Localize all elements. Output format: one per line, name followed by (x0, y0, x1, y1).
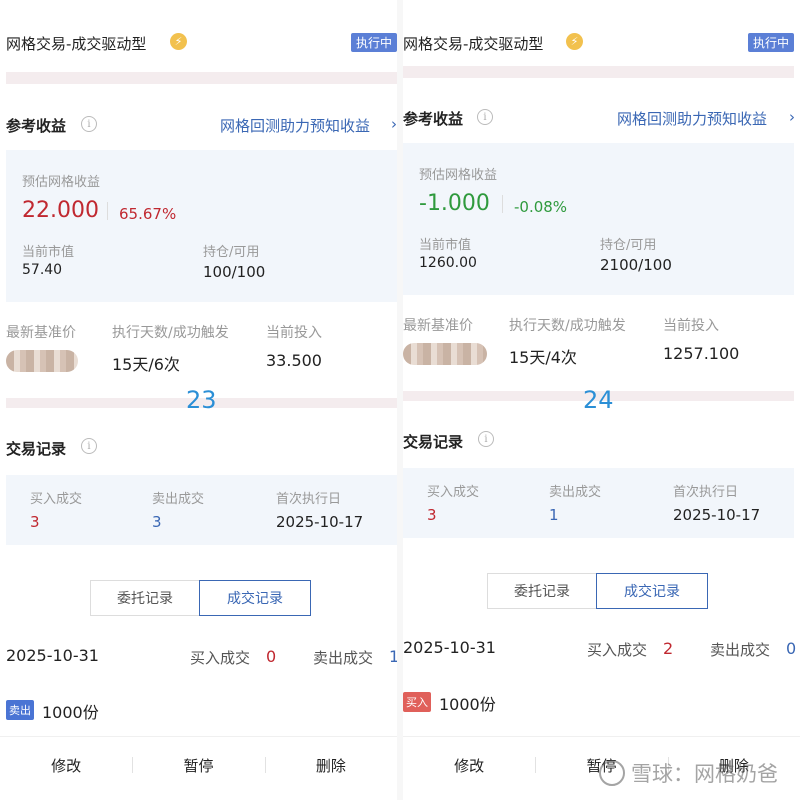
est-income-percent: -0.08% (514, 198, 568, 216)
status-badge: 执行中 (748, 33, 795, 52)
backtest-link[interactable]: 网格回测助力预知收益 (220, 115, 370, 136)
section-divider (403, 66, 794, 78)
snowball-watermark: 雪球：网格奶爸 (599, 758, 778, 788)
est-income-value: 22.000 (22, 198, 99, 223)
buy-count-label: 买入成交 (30, 492, 83, 507)
blurred-price (403, 343, 487, 365)
base-price-label: 最新基准价 (6, 325, 76, 341)
section-divider (6, 72, 397, 84)
sell-tag: 卖出 (6, 700, 34, 720)
watermark-text: 雪球：网格奶爸 (631, 762, 778, 786)
market-value-label: 当前市值 (419, 238, 472, 253)
record-date: 2025-10-31 (403, 638, 496, 657)
info-icon[interactable]: i (478, 431, 494, 447)
sell-count-value: 3 (152, 513, 162, 531)
tab-deals[interactable]: 成交记录 (199, 580, 311, 616)
invest-value: 33.500 (266, 351, 322, 370)
info-icon[interactable]: i (477, 109, 493, 125)
tab-orders[interactable]: 委托记录 (90, 580, 200, 616)
exec-days-label: 执行天数/成功触发 (112, 325, 229, 341)
blurred-price (6, 350, 78, 372)
est-income-percent: 65.67% (119, 205, 177, 223)
invest-value: 1257.100 (663, 344, 740, 363)
backtest-link[interactable]: 网格回测助力预知收益 (617, 108, 767, 129)
buy-count-value: 3 (427, 506, 437, 524)
est-income-label: 预估网格收益 (419, 168, 498, 183)
status-badge: 执行中 (351, 33, 397, 52)
trade-record-title: 交易记录 (403, 433, 464, 451)
invest-label: 当前投入 (663, 318, 719, 334)
edit-button[interactable]: 修改 (403, 755, 535, 776)
quantity: 1000份 (439, 695, 496, 714)
strategy-title: 网格交易-成交驱动型 (403, 35, 544, 53)
record-buy-label: 买入成交 (587, 641, 648, 659)
edit-button[interactable]: 修改 (0, 755, 132, 776)
trade-summary-card (6, 475, 397, 545)
info-icon[interactable]: i (81, 438, 97, 454)
trade-record-title: 交易记录 (6, 440, 67, 458)
strategy-title: 网格交易-成交驱动型 (6, 35, 147, 53)
first-date-label: 首次执行日 (276, 492, 342, 507)
reference-income-title: 参考收益 (6, 117, 67, 135)
reference-income-title: 参考收益 (403, 110, 464, 128)
first-date-value: 2025-10-17 (276, 513, 364, 531)
record-buy-label: 买入成交 (190, 649, 251, 667)
quantity: 1000份 (42, 703, 99, 722)
market-value: 1260.00 (419, 255, 477, 271)
record-sell-value: 0 (786, 639, 797, 658)
screenshot-composite: 网格交易-成交驱动型 ⚡ 执行中 参考收益 i 网格回测助力预知收益 › 预估网… (0, 0, 800, 800)
sell-count-label: 卖出成交 (549, 485, 602, 500)
delete-button[interactable]: 删除 (264, 755, 397, 776)
pause-button[interactable]: 暂停 (132, 755, 264, 776)
record-tabs: 委托记录 成交记录 (90, 580, 311, 616)
buy-count-value: 3 (30, 513, 40, 531)
record-tabs: 委托记录 成交记录 (487, 573, 708, 609)
holding-value: 2100/100 (600, 256, 672, 274)
screenshot-number: 24 (583, 386, 614, 414)
action-bar: 修改 暂停 删除 (0, 736, 397, 793)
tab-orders[interactable]: 委托记录 (487, 573, 597, 609)
exec-days-value: 15天/6次 (112, 355, 180, 374)
record-sell-value: 1 (389, 647, 397, 666)
chevron-right-icon[interactable]: › (789, 108, 795, 126)
right-panel: 网格交易-成交驱动型 ⚡ 执行中 参考收益 i 网格回测助力预知收益 › 预估网… (403, 0, 800, 800)
info-icon[interactable]: i (81, 116, 97, 132)
holding-label: 持仓/可用 (600, 238, 657, 253)
screenshot-number: 23 (186, 386, 217, 414)
tab-deals[interactable]: 成交记录 (596, 573, 708, 609)
first-date-value: 2025-10-17 (673, 506, 761, 524)
first-date-label: 首次执行日 (673, 485, 739, 500)
exec-days-label: 执行天数/成功触发 (509, 318, 626, 334)
est-income-label: 预估网格收益 (22, 175, 101, 190)
lightning-icon: ⚡ (170, 33, 187, 50)
est-income-value: -1.000 (419, 191, 490, 216)
base-price-label: 最新基准价 (403, 318, 473, 334)
market-value: 57.40 (22, 262, 63, 278)
sell-count-label: 卖出成交 (152, 492, 205, 507)
record-sell-label: 卖出成交 (710, 641, 771, 659)
record-buy-value: 2 (663, 639, 674, 658)
exec-days-value: 15天/4次 (509, 348, 577, 367)
trade-summary-card (403, 468, 794, 538)
value-divider (107, 202, 108, 220)
market-value-label: 当前市值 (22, 245, 75, 260)
buy-tag: 买入 (403, 692, 431, 712)
record-buy-value: 0 (266, 647, 277, 666)
value-divider (502, 195, 503, 213)
invest-label: 当前投入 (266, 325, 322, 341)
record-date: 2025-10-31 (6, 646, 99, 665)
holding-value: 100/100 (203, 263, 266, 281)
snowball-logo-icon (599, 760, 625, 786)
record-sell-label: 卖出成交 (313, 649, 374, 667)
left-panel: 网格交易-成交驱动型 ⚡ 执行中 参考收益 i 网格回测助力预知收益 › 预估网… (0, 0, 397, 800)
holding-label: 持仓/可用 (203, 245, 260, 260)
sell-count-value: 1 (549, 506, 559, 524)
buy-count-label: 买入成交 (427, 485, 480, 500)
lightning-icon: ⚡ (566, 33, 583, 50)
